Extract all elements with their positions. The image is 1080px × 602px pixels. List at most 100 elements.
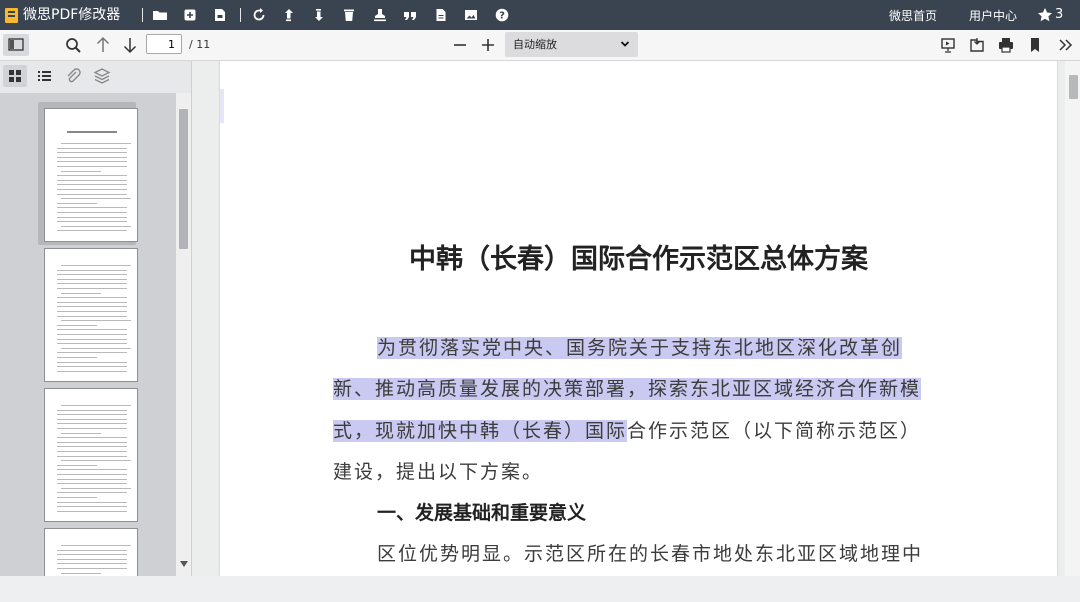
thumbnail-text-line xyxy=(57,189,127,190)
outline-icon xyxy=(38,71,51,81)
paragraph-line[interactable]: 区位优势明显。示范区所在的长春市地处东北亚区域地理中 xyxy=(377,542,923,566)
next-page-button[interactable] xyxy=(119,34,141,56)
thumbnail-text-line xyxy=(57,306,127,308)
thumbnail-text-line xyxy=(57,179,127,181)
previous-page-button[interactable] xyxy=(92,34,114,56)
paragraph-line[interactable]: 新、推动高质量发展的决策部署，探索东北亚区域经济合作新模 xyxy=(333,377,922,401)
thumbnail-page-2[interactable] xyxy=(44,248,138,382)
thumbnail-text-line xyxy=(57,446,127,448)
highlighted-text[interactable]: 式，现就加快中韩（长春）国际 xyxy=(333,420,628,442)
thumbnail-text-line xyxy=(57,563,127,565)
page-number-input[interactable] xyxy=(146,34,182,54)
attachments-icon xyxy=(67,68,81,83)
thumbnail-text-line xyxy=(57,441,127,443)
thumbnail-text-line xyxy=(57,568,127,569)
presentation-icon xyxy=(941,38,955,53)
thumbnail-text-line xyxy=(57,202,97,204)
sidebar-toggle-button[interactable] xyxy=(3,34,29,56)
print-button[interactable] xyxy=(995,34,1017,56)
delete-icon[interactable] xyxy=(341,7,357,23)
thumbnail-text-line xyxy=(57,409,127,411)
tab-layers[interactable] xyxy=(90,65,114,87)
thumbnail-text-line xyxy=(57,418,127,420)
pdf-page: 中韩（长春）国际合作示范区总体方案 为贯彻落实党中央、国务院关于支持东北地区深化… xyxy=(220,61,1057,576)
tab-thumbnails[interactable] xyxy=(3,65,27,87)
rotate-icon[interactable] xyxy=(251,7,267,23)
highlighted-text[interactable]: 为贯彻落实党中央、国务院关于支持东北地区深化改革创 xyxy=(377,337,903,359)
move-down-icon[interactable] xyxy=(311,7,327,23)
status-area xyxy=(0,576,1080,602)
thumbnail-title-line xyxy=(67,131,117,133)
thumbnail-text-line xyxy=(57,274,127,276)
thumbnail-text-line xyxy=(61,487,131,489)
thumbnail-text-line xyxy=(57,278,127,280)
thumbnail-text-line xyxy=(61,320,131,322)
star-rating[interactable]: 3 xyxy=(1037,7,1073,23)
presentation-mode-button[interactable] xyxy=(937,34,959,56)
thumbnail-page-3[interactable] xyxy=(44,388,138,522)
document-scrollbar[interactable] xyxy=(1065,61,1080,576)
document-scrollbar-thumb[interactable] xyxy=(1069,75,1078,99)
paragraph-line[interactable]: 为贯彻落实党中央、国务院关于支持东北地区深化改革创 xyxy=(377,336,903,360)
image-icon[interactable] xyxy=(463,7,479,23)
quote-icon[interactable] xyxy=(402,7,418,23)
thumbnail-text-line xyxy=(57,315,127,317)
add-file-icon[interactable] xyxy=(182,7,198,23)
thumbnail-page-1[interactable] xyxy=(44,108,138,242)
thumbnail-text-line xyxy=(61,347,131,349)
thumbnail-text-line xyxy=(57,175,127,177)
open-folder-icon[interactable] xyxy=(152,7,168,23)
thumbnail-text-line xyxy=(57,483,127,485)
sidebar-tabs xyxy=(0,61,191,91)
document-viewer: 中韩（长春）国际合作示范区总体方案 为贯彻落实党中央、国务院关于支持东北地区深化… xyxy=(192,61,1080,576)
move-up-icon[interactable] xyxy=(281,7,297,23)
open-file-button[interactable] xyxy=(966,34,988,56)
thumbnail-page-4[interactable] xyxy=(44,528,138,576)
app-logo-icon xyxy=(5,8,18,23)
paragraph-line[interactable]: 建设，提出以下方案。 xyxy=(333,460,543,484)
more-tools-button[interactable] xyxy=(1055,34,1077,56)
thumbnail-text-line xyxy=(57,193,127,195)
scroll-down-arrow-icon[interactable] xyxy=(180,561,188,567)
highlighted-text[interactable]: 新、推动高质量发展的决策部署，探索东北亚区域经济合作新模 xyxy=(333,378,922,400)
separator xyxy=(240,8,241,22)
thumbnail-text-line xyxy=(61,198,131,200)
thumbnail-text-line xyxy=(57,343,127,345)
thumbnail-text-line xyxy=(57,437,127,439)
document-title: 中韩（长春）国际合作示范区总体方案 xyxy=(409,244,868,275)
save-file-icon[interactable] xyxy=(212,7,228,23)
thumbnail-text-line xyxy=(57,370,127,372)
zoom-select[interactable]: 自动缩放 xyxy=(505,32,638,57)
bookmark-button[interactable] xyxy=(1024,34,1046,56)
thumbnail-text-line xyxy=(57,366,127,368)
thumbnail-text-line xyxy=(61,170,101,172)
thumbnail-text-line xyxy=(61,545,131,546)
help-icon[interactable]: ? xyxy=(494,7,510,23)
thumbnail-scrollbar-thumb[interactable] xyxy=(179,109,188,249)
thumbnail-text-line xyxy=(57,152,127,154)
thumbnail-text-line xyxy=(57,451,127,452)
page-icon[interactable] xyxy=(433,7,449,23)
thumbnail-text-line xyxy=(61,572,101,574)
zoom-out-button[interactable] xyxy=(449,34,471,56)
tab-outline[interactable] xyxy=(32,65,56,87)
thumbnail-text-line xyxy=(57,334,127,335)
page-total: / 11 xyxy=(189,38,211,51)
thumbnail-text-line xyxy=(61,143,131,144)
title-bar: 微思PDF修改器 ? 微思首页 用户中心 3 xyxy=(0,0,1080,30)
paragraph-line[interactable]: 式，现就加快中韩（长春）国际合作示范区（以下简称示范区） xyxy=(333,419,921,443)
thumbnail-text-line xyxy=(57,497,97,498)
user-center-link[interactable]: 用户中心 xyxy=(969,9,1017,23)
find-button[interactable] xyxy=(62,34,84,56)
sidebar xyxy=(0,61,192,576)
thumbnail-text-line xyxy=(57,212,127,213)
thumbnail-text-line xyxy=(57,147,127,149)
thumbnail-text-line xyxy=(57,464,97,466)
tab-attachments[interactable] xyxy=(61,65,85,87)
thumbnail-text-line xyxy=(61,265,131,266)
thumbnail-text-line xyxy=(57,216,127,218)
home-link[interactable]: 微思首页 xyxy=(889,9,937,23)
stamp-icon[interactable] xyxy=(372,7,388,23)
zoom-in-button[interactable] xyxy=(477,34,499,56)
layers-icon xyxy=(93,68,111,84)
